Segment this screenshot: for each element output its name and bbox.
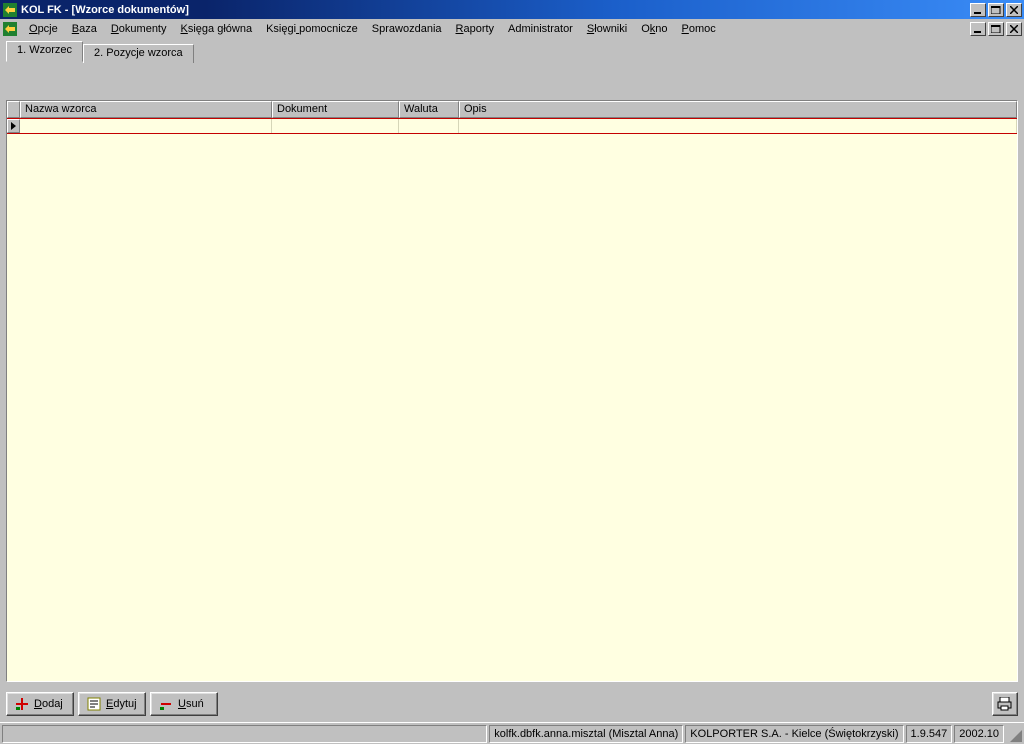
table-row[interactable] [7,118,1017,134]
menu-raporty[interactable]: Raporty [449,22,502,36]
grid-header: Nazwa wzorca Dokument Waluta Opis [7,101,1017,118]
triangle-right-icon [11,122,16,130]
col-nazwa-wzorca[interactable]: Nazwa wzorca [20,101,272,118]
mdi-minimize-button[interactable] [970,22,986,36]
cell-nazwa[interactable] [20,119,272,133]
client-area: 1. Wzorzec 2. Pozycje wzorca Nazwa wzorc… [0,38,1024,722]
print-button[interactable] [992,692,1018,716]
action-toolbar: Dodaj Edytuj Usuń [6,692,218,716]
menu-księgipomocnicze[interactable]: Księgi pomocnicze [259,22,365,36]
row-header-corner [7,101,20,118]
cell-dokument[interactable] [272,119,399,133]
status-version: 1.9.547 [906,725,953,743]
menu-opcje[interactable]: Opcje [22,22,65,36]
menu-dokumenty[interactable]: Dokumenty [104,22,174,36]
app-icon [2,2,18,18]
properties-icon [87,697,101,711]
grid-body[interactable] [7,118,1017,681]
mdi-maximize-button[interactable] [988,22,1004,36]
menu-baza[interactable]: Baza [65,22,104,36]
minus-icon [159,697,173,711]
tab-label: 1. Wzorzec [17,44,72,56]
delete-button[interactable]: Usuń [150,692,218,716]
minimize-button[interactable] [970,3,986,17]
statusbar: kolfk.dbfk.anna.misztal (Misztal Anna) K… [0,722,1024,744]
status-message [2,725,487,743]
menu-pomoc[interactable]: Pomoc [675,22,723,36]
tab-label: 2. Pozycje wzorca [94,47,183,59]
resize-grip[interactable] [1006,726,1022,742]
button-label: Dodaj [34,698,63,710]
col-opis[interactable]: Opis [459,101,1017,118]
cell-waluta[interactable] [399,119,459,133]
col-waluta[interactable]: Waluta [399,101,459,118]
status-period: 2002.10 [954,725,1004,743]
menu-okno[interactable]: Okno [634,22,674,36]
printer-icon [997,697,1013,711]
menubar: OpcjeBazaDokumentyKsięga głównaKsięgi po… [0,19,1024,38]
button-label: Usuń [178,698,204,710]
menu-sprawozdania[interactable]: Sprawozdania [365,22,449,36]
system-menu-icon[interactable] [2,21,18,37]
tab-wzorzec[interactable]: 1. Wzorzec [6,41,83,62]
window-controls [968,3,1022,17]
title-text: KOL FK - [Wzorce dokumentów] [21,4,189,16]
titlebar: KOL FK - [Wzorce dokumentów] [0,0,1024,19]
status-company: KOLPORTER S.A. - Kielce (Świętokrzyski) [685,725,903,743]
cell-opis[interactable] [459,119,1017,133]
mdi-close-button[interactable] [1006,22,1022,36]
tab-pozycje-wzorca[interactable]: 2. Pozycje wzorca [83,44,194,63]
close-button[interactable] [1006,3,1022,17]
row-pointer [7,119,20,133]
col-dokument[interactable]: Dokument [272,101,399,118]
status-db: kolfk.dbfk.anna.misztal (Misztal Anna) [489,725,683,743]
mdi-controls [968,22,1022,36]
plus-icon [15,697,29,711]
menu-administrator[interactable]: Administrator [501,22,580,36]
tabstrip: 1. Wzorzec 2. Pozycje wzorca [0,38,1024,62]
menu-księgagłówna[interactable]: Księga główna [174,22,260,36]
maximize-button[interactable] [988,3,1004,17]
grid[interactable]: Nazwa wzorca Dokument Waluta Opis [6,100,1018,682]
add-button[interactable]: Dodaj [6,692,74,716]
button-label: Edytuj [106,698,137,710]
menu-słowniki[interactable]: Słowniki [580,22,634,36]
edit-button[interactable]: Edytuj [78,692,146,716]
